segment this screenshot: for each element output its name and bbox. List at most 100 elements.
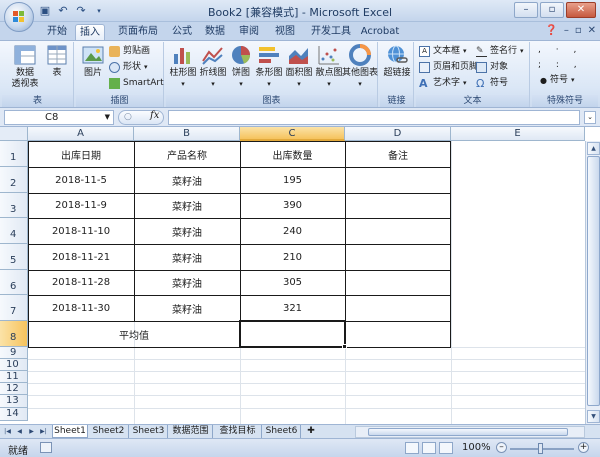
cell-a8-average-label[interactable]: 平均值 (28, 321, 240, 347)
cell-c4[interactable]: 240 (240, 218, 345, 244)
minimize-button[interactable]: – (514, 2, 538, 18)
cell-d5[interactable] (345, 244, 451, 270)
cell-b6[interactable]: 菜籽油 (134, 270, 240, 295)
symbol-button[interactable]: Ω 符号 (476, 77, 508, 90)
vertical-scrollbar[interactable]: ▲ ▼ (585, 141, 600, 424)
help-icon[interactable]: ❓ (545, 25, 557, 36)
cell-d2[interactable] (345, 167, 451, 193)
name-box-dropdown-icon[interactable]: ▼ (105, 111, 110, 124)
cell-b4[interactable]: 菜籽油 (134, 218, 240, 244)
cell-b3[interactable]: 菜籽油 (134, 193, 240, 218)
cell-d3[interactable] (345, 193, 451, 218)
row-header-1[interactable]: 1 (0, 141, 28, 167)
clipart-button[interactable]: 剪贴画 (109, 45, 150, 58)
select-all-corner[interactable] (0, 127, 28, 141)
sheet-tab-data-range[interactable]: 数据范围 (169, 425, 213, 438)
scroll-down-icon[interactable]: ▼ (587, 410, 600, 423)
horizontal-scroll-thumb[interactable] (368, 428, 568, 436)
column-header-d[interactable]: D (345, 127, 451, 141)
row-header-11[interactable]: 11 (0, 371, 28, 383)
cell-d7[interactable] (345, 295, 451, 321)
zoom-slider-thumb[interactable] (538, 443, 543, 454)
tab-home[interactable]: 开始 (40, 24, 74, 40)
normal-view-icon[interactable] (405, 442, 419, 454)
sheet-tab-find-target[interactable]: 查找目标 (214, 425, 262, 438)
tab-formulas[interactable]: 公式 (166, 24, 198, 40)
smartart-button[interactable]: SmartArt (109, 77, 164, 90)
cell-a2[interactable]: 2018-11-5 (28, 167, 134, 193)
cell-a1[interactable]: 出库日期 (28, 141, 134, 167)
ribbon-close-icon[interactable]: ✕ (588, 25, 596, 36)
last-sheet-icon[interactable]: ▶| (38, 426, 49, 437)
column-header-b[interactable]: B (134, 127, 240, 141)
cell-c6[interactable]: 305 (240, 270, 345, 295)
first-sheet-icon[interactable]: |◀ (2, 426, 13, 437)
active-cell-c8[interactable] (239, 320, 346, 348)
row-header-9[interactable]: 9 (0, 347, 28, 359)
sheet-tab-sheet1[interactable]: Sheet1 (52, 425, 88, 438)
name-box[interactable]: C8 ▼ (4, 110, 114, 125)
cell-a7[interactable]: 2018-11-30 (28, 295, 134, 321)
cell-a6[interactable]: 2018-11-28 (28, 270, 134, 295)
row-header-3[interactable]: 3 (0, 193, 28, 218)
tab-developer[interactable]: 开发工具 (305, 24, 357, 40)
header-footer-button[interactable]: 页眉和页脚 (419, 61, 478, 74)
row-header-8[interactable]: 8 (0, 321, 28, 347)
row-header-10[interactable]: 10 (0, 359, 28, 371)
special-comma-row[interactable]: , · , (538, 44, 582, 57)
row-header-14[interactable]: 14 (0, 408, 28, 421)
tab-view[interactable]: 视图 (269, 24, 301, 40)
sheet-tab-sheet6[interactable]: Sheet6 (263, 425, 301, 438)
pie-chart-button[interactable]: 饼图 ▾ (228, 44, 254, 90)
zoom-level[interactable]: 100% (462, 442, 491, 453)
wordart-button[interactable]: A 艺术字 ▾ (419, 77, 467, 90)
worksheet-grid[interactable]: A B C D E 1 2 3 4 5 6 7 8 9 10 11 12 13 … (0, 127, 600, 424)
formula-expand-icon[interactable]: ⌄ (584, 111, 596, 124)
sheet-tab-sheet3[interactable]: Sheet3 (130, 425, 168, 438)
macro-record-icon[interactable] (40, 442, 52, 453)
tab-acrobat[interactable]: Acrobat (358, 24, 402, 40)
close-button[interactable]: ✕ (566, 2, 596, 18)
zoom-out-icon[interactable]: – (496, 442, 507, 453)
horizontal-scrollbar[interactable] (355, 426, 585, 438)
cell-c3[interactable]: 390 (240, 193, 345, 218)
area-chart-button[interactable]: 面积图 ▾ (284, 44, 314, 90)
column-chart-button[interactable]: 柱形图 ▾ (168, 44, 198, 90)
signature-line-button[interactable]: ✎ 签名行 ▾ (476, 45, 524, 58)
other-charts-button[interactable]: 其他图表 ▾ (342, 44, 378, 90)
formula-input[interactable] (168, 110, 580, 125)
tab-insert[interactable]: 插入 (75, 24, 105, 40)
ribbon-restore-icon[interactable]: ▫ (575, 25, 582, 36)
cell-d1[interactable]: 备注 (345, 141, 451, 167)
page-layout-view-icon[interactable] (422, 442, 436, 454)
row-header-12[interactable]: 12 (0, 383, 28, 395)
next-sheet-icon[interactable]: ▶ (26, 426, 37, 437)
table-button[interactable]: 表 (44, 44, 70, 79)
cell-a3[interactable]: 2018-11-9 (28, 193, 134, 218)
column-header-e[interactable]: E (451, 127, 585, 141)
row-header-2[interactable]: 2 (0, 167, 28, 193)
office-button[interactable] (4, 2, 34, 32)
scatter-chart-button[interactable]: 散点图 ▾ (314, 44, 344, 90)
cell-a4[interactable]: 2018-11-10 (28, 218, 134, 244)
cell-c7[interactable]: 321 (240, 295, 345, 321)
cell-b2[interactable]: 菜籽油 (134, 167, 240, 193)
row-header-7[interactable]: 7 (0, 295, 28, 321)
row-header-5[interactable]: 5 (0, 244, 28, 270)
insert-sheet-icon[interactable]: ✚ (302, 425, 320, 438)
vertical-scroll-thumb[interactable] (587, 156, 600, 406)
cell-c1[interactable]: 出库数量 (240, 141, 345, 167)
tab-data[interactable]: 数据 (199, 24, 231, 40)
cell-d4[interactable] (345, 218, 451, 244)
pivot-table-button[interactable]: 数据 透视表 (8, 44, 42, 90)
row-header-13[interactable]: 13 (0, 395, 28, 408)
cell-b7[interactable]: 菜籽油 (134, 295, 240, 321)
cell-d8[interactable] (345, 321, 451, 347)
column-header-a[interactable]: A (28, 127, 134, 141)
special-symbol-button[interactable]: ● 符号 ▾ (540, 74, 575, 87)
zoom-in-icon[interactable]: + (578, 442, 589, 453)
bar-chart-button[interactable]: 条形图 ▾ (254, 44, 284, 90)
cell-a5[interactable]: 2018-11-21 (28, 244, 134, 270)
picture-button[interactable]: 图片 (80, 44, 106, 79)
object-button[interactable]: 对象 (476, 61, 508, 74)
